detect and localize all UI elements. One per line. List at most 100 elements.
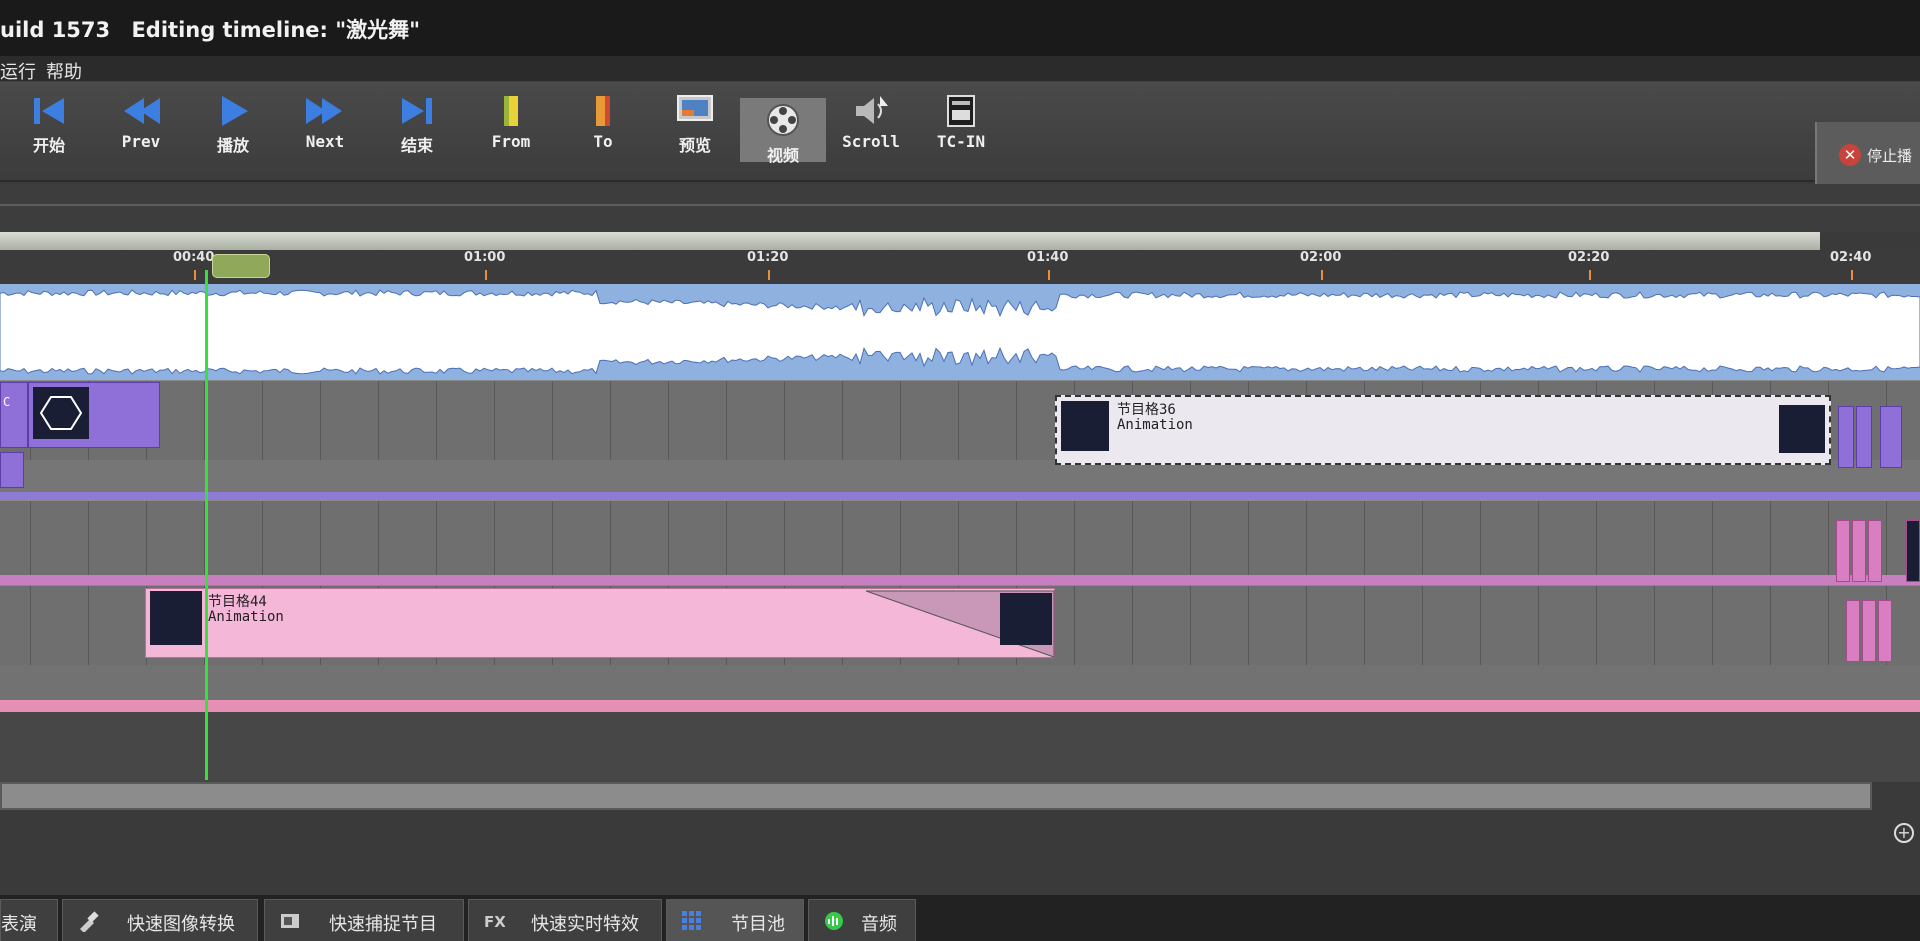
grid-line (1364, 586, 1365, 665)
clip-pink-small[interactable] (1846, 600, 1860, 662)
ruler-tick: 02:40 (1830, 250, 1872, 280)
clip-label: C (3, 395, 11, 409)
video-button[interactable]: 视频 (740, 98, 826, 165)
tab-program-pool[interactable]: 节目池 (666, 899, 804, 941)
grid-line (30, 586, 31, 665)
tc-in-button[interactable]: TC-IN (920, 88, 1002, 160)
grid-line (1828, 586, 1829, 665)
grid-line (900, 381, 901, 460)
clip-pink-small[interactable] (1878, 600, 1892, 662)
to-button[interactable]: To (562, 88, 644, 160)
clip-pink-small[interactable] (1868, 520, 1882, 582)
clip-purple-hexagon[interactable] (28, 382, 160, 448)
zoom-in-icon[interactable]: + (1894, 823, 1914, 843)
grid-line (494, 381, 495, 460)
track-1-lane (0, 460, 1920, 496)
grid-line (610, 381, 611, 460)
grid-line (1770, 501, 1771, 580)
clip-end-thumbnail (1779, 405, 1825, 453)
clip-pink-small[interactable] (1836, 520, 1850, 582)
window-title: uild 1573 Editing timeline: "激光舞" (0, 14, 434, 44)
tab-quick-image-convert[interactable]: 快速图像转换 (62, 899, 258, 941)
waveform-graphic (0, 289, 1920, 375)
playhead-line[interactable] (205, 270, 208, 780)
scroll-sound-icon (856, 96, 888, 124)
clip-end-thumbnail (1000, 593, 1052, 645)
stop-button[interactable]: ✕ 停止播 (1815, 122, 1920, 192)
preview-button[interactable]: 预览 (654, 88, 736, 160)
clip-pink-small[interactable] (1862, 600, 1876, 662)
grid-line (1016, 381, 1017, 460)
time-ruler[interactable]: 00:40 01:00 01:20 01:40 02:00 02:20 02:4… (0, 250, 1920, 284)
playhead-handle[interactable] (212, 254, 270, 278)
next-button[interactable]: Next (284, 88, 366, 160)
horizontal-scrollbar[interactable] (0, 782, 1872, 810)
build-label: uild 1573 (0, 18, 111, 42)
prev-button[interactable]: Prev (100, 88, 182, 160)
track-2[interactable] (0, 500, 1920, 580)
end-button[interactable]: 结束 (376, 88, 458, 160)
menu-bar: 运行 帮助 (0, 56, 1920, 84)
video-label: 视频 (766, 146, 799, 165)
ruler-tick: 01:00 (464, 250, 506, 280)
tab-audio[interactable]: 音频 (808, 899, 916, 941)
ruler-tick: 02:00 (1300, 250, 1342, 280)
from-label: From (491, 132, 531, 151)
from-button[interactable]: From (470, 88, 552, 160)
menu-help[interactable]: 帮助 (46, 58, 82, 84)
clip-program-36[interactable]: 节目格36 Animation (1055, 395, 1831, 465)
grid-line (1364, 501, 1365, 580)
bottom-tab-bar: 表演 快速图像转换 快速捕捉节目 FX 快速实时特效 节目池 音频 (0, 895, 1920, 941)
clip-purple-small[interactable] (1880, 406, 1902, 468)
audio-waveform-track[interactable] (0, 284, 1920, 380)
grid-line (1538, 586, 1539, 665)
clip-dark-small[interactable] (1906, 520, 1920, 582)
grid-line (1480, 501, 1481, 580)
grid-line (842, 381, 843, 460)
timecode-icon (947, 95, 975, 127)
grid-line (1712, 501, 1713, 580)
grid-line (320, 381, 321, 460)
grid-line (1132, 586, 1133, 665)
clip-program-44[interactable]: 节目格44 Animation (145, 588, 1055, 658)
grid-line (668, 381, 669, 460)
grid-line (552, 501, 553, 580)
grid-line (1074, 586, 1075, 665)
menu-run[interactable]: 运行 (0, 58, 36, 84)
clip-purple-small[interactable] (0, 452, 24, 488)
clip-purple-left[interactable]: C (0, 382, 28, 448)
grid-line (726, 381, 727, 460)
mark-out-icon (596, 96, 610, 126)
grid-line (900, 501, 901, 580)
clip-purple-small[interactable] (1838, 406, 1854, 468)
clip-name: 节目格44 (208, 594, 267, 610)
tab-quick-capture[interactable]: 快速捕捉节目 (264, 899, 464, 941)
timeline-range-bar[interactable] (0, 232, 1820, 250)
grid-line (668, 501, 669, 580)
tab-performance[interactable]: 表演 (0, 899, 58, 941)
tab-label: 音频 (861, 914, 897, 935)
grid-line (1422, 586, 1423, 665)
clip-pink-small[interactable] (1852, 520, 1866, 582)
start-button[interactable]: 开始 (8, 88, 90, 160)
grid-line (262, 381, 263, 460)
scroll-button[interactable]: Scroll (830, 88, 912, 160)
grid-line (552, 381, 553, 460)
clip-name: 节目格36 (1117, 402, 1176, 418)
grid-line (1248, 586, 1249, 665)
tab-quick-realtime-fx[interactable]: FX 快速实时特效 (468, 899, 662, 941)
tc-in-label: TC-IN (936, 132, 986, 151)
grid-line (784, 501, 785, 580)
grid-line (1132, 501, 1133, 580)
toolbar: 开始 Prev 播放 Next 结束 From To 预览 视频 Scroll … (0, 82, 1920, 192)
grid-line (436, 501, 437, 580)
play-button[interactable]: 播放 (192, 88, 274, 160)
grid-line (1306, 586, 1307, 665)
grid-line (262, 501, 263, 580)
grid-line (958, 381, 959, 460)
clip-purple-small[interactable] (1856, 406, 1872, 468)
grid-line (1480, 586, 1481, 665)
start-label: 开始 (32, 136, 65, 155)
clip-thumbnail (33, 387, 89, 439)
audio-icon (825, 912, 843, 930)
